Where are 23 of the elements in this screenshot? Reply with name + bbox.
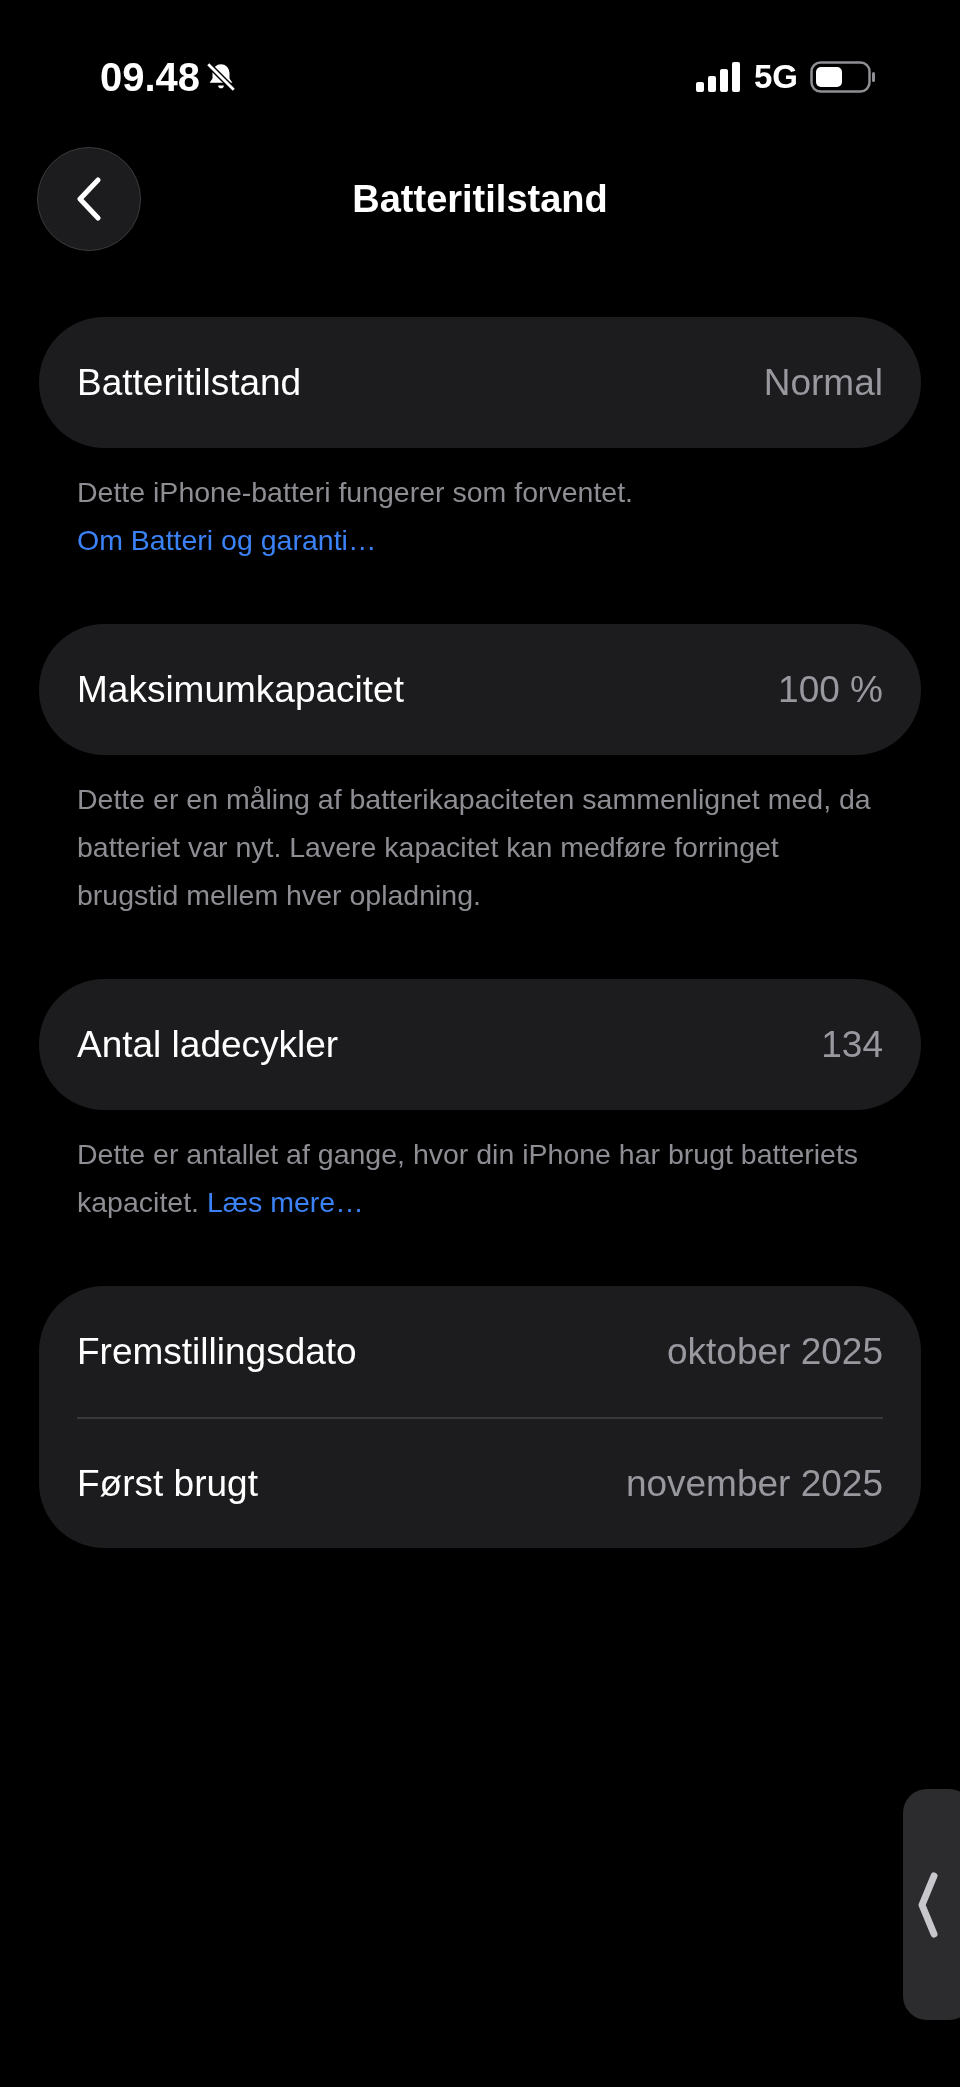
row-value: november 2025 <box>625 1461 883 1506</box>
row-label: Batteritilstand <box>77 360 302 405</box>
row-value: 100 % <box>778 667 883 712</box>
row-value: 134 <box>821 1022 883 1067</box>
network-label: 5G <box>753 57 798 98</box>
footnote-text: Dette er en måling af batterikapaciteten sammenlignet med, da batteriet var nyt. Lavere kapacitet kan medføre forringet brugstid mellem hver opladning. <box>76 782 872 913</box>
row-label: Maksimumkapacitet <box>77 667 404 712</box>
row-label: Antal ladecykler <box>77 1022 339 1067</box>
row-value: oktober 2025 <box>667 1329 883 1374</box>
side-handle[interactable] <box>903 1789 960 2020</box>
status-time: 09.48 <box>100 54 201 101</box>
row-value: Normal <box>763 360 883 405</box>
back-chevron-icon <box>76 177 102 221</box>
battery-icon <box>810 61 876 93</box>
row-label: Først brugt <box>77 1461 258 1506</box>
page-title: Batteritilstand <box>352 176 608 222</box>
footnote-text: Dette iPhone-batteri fungerer som forventet. Om Batteri og garanti… <box>76 475 635 558</box>
footnote-text: Dette er antallet af gange, hvor din iPhone har brugt batteriets kapacitet. Læs mere… <box>76 1137 860 1220</box>
footnote-link[interactable]: Læs mere… <box>206 1186 364 1218</box>
footnote-link[interactable]: Om Batteri og garanti… <box>77 524 377 556</box>
signal-icon <box>695 62 742 92</box>
chevron-icon <box>917 1871 939 1938</box>
row-label: Fremstillingsdato <box>77 1329 357 1374</box>
